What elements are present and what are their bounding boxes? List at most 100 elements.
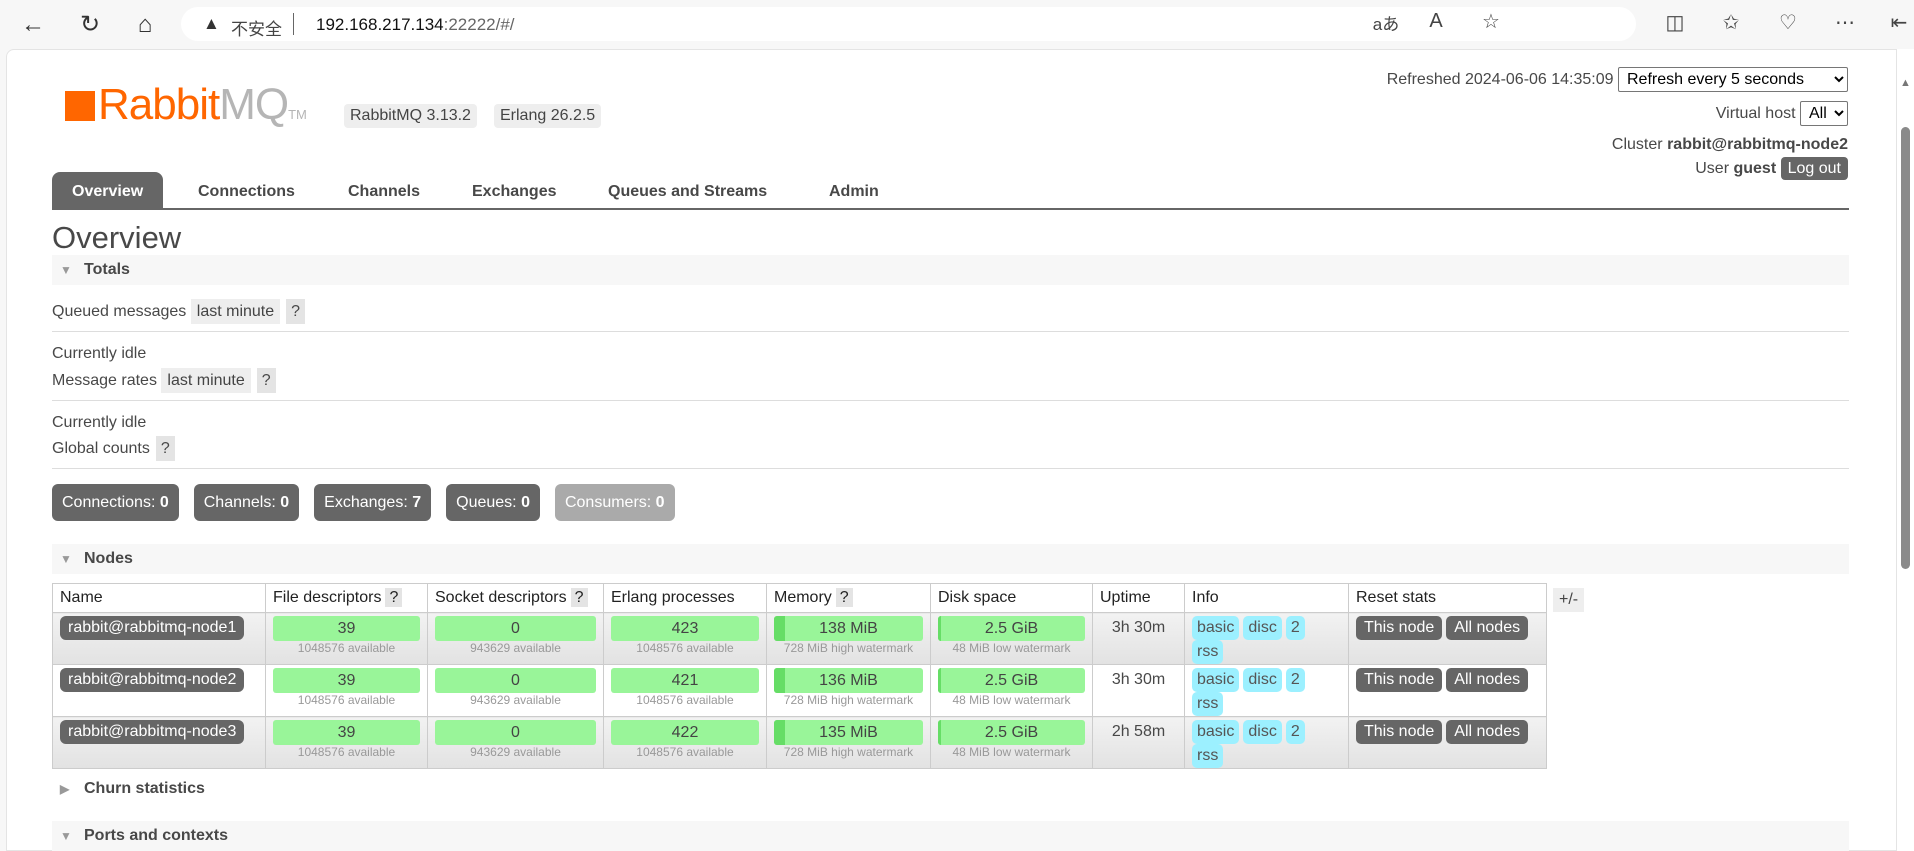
count-value: 7	[412, 494, 422, 511]
vhost-label: Virtual host	[1715, 105, 1796, 122]
column-toggle-button[interactable]: +/-	[1553, 588, 1585, 612]
count-value: 0	[521, 494, 530, 511]
col-disk-space: Disk space	[930, 583, 1093, 613]
fd-subtext: 1048576 available	[297, 693, 396, 707]
sd-bar: 0	[435, 668, 596, 693]
bar-fill	[938, 668, 941, 693]
reset-all-nodes-button[interactable]: All nodes	[1446, 720, 1529, 744]
queues-count-button[interactable]: Queues: 0	[446, 484, 540, 521]
insecure-label: 不安全	[231, 20, 282, 39]
node-name-link[interactable]: rabbit@rabbitmq-node2	[60, 668, 245, 692]
tab-connections[interactable]: Connections	[198, 172, 295, 210]
split-screen-icon[interactable]: ◫	[1660, 10, 1690, 35]
logo-mark-icon	[65, 91, 95, 121]
ep-subtext: 1048576 available	[636, 641, 734, 655]
vhost-select[interactable]: All	[1800, 101, 1848, 126]
info-tag-basic: basic	[1192, 616, 1240, 640]
refresh-select[interactable]: Refresh every 5 seconds	[1618, 67, 1848, 92]
disk-cell: 2.5 GiB 48 MiB low watermark	[930, 612, 1093, 665]
reset-all-nodes-button[interactable]: All nodes	[1446, 616, 1529, 640]
browser-health-icon[interactable]: ♡	[1773, 10, 1803, 35]
favorite-star-icon[interactable]: ☆	[1476, 9, 1506, 34]
vhost-area: Virtual host All	[1716, 101, 1848, 126]
ep-value: 423	[671, 620, 699, 637]
help-button[interactable]: ?	[155, 436, 175, 461]
col-label: Socket descriptors	[435, 589, 567, 606]
back-icon[interactable]: ←	[18, 10, 48, 40]
tab-exchanges[interactable]: Exchanges	[472, 172, 556, 210]
mem-value: 138 MiB	[819, 620, 878, 637]
read-aloud-icon[interactable]: A	[1421, 10, 1451, 33]
reset-all-nodes-button[interactable]: All nodes	[1446, 668, 1529, 692]
disk-subtext: 48 MiB low watermark	[952, 693, 1071, 707]
exchanges-count-button[interactable]: Exchanges: 7	[314, 484, 432, 521]
churn-section-toggle[interactable]: ▶ Churn statistics	[52, 774, 1849, 804]
col-name: Name	[52, 583, 266, 613]
scrollbar[interactable]: ▲	[1897, 49, 1914, 851]
mem-subtext: 728 MiB high watermark	[783, 641, 914, 655]
scroll-thumb[interactable]	[1901, 127, 1910, 569]
col-label: Memory	[774, 589, 832, 606]
sd-subtext: 943629 available	[470, 641, 561, 655]
nodes-table: Name File descriptors? Socket descriptor…	[52, 583, 1547, 769]
favorites-icon[interactable]: ✩	[1716, 10, 1746, 35]
table-row: rabbit@rabbitmq-node1 39 1048576 availabl…	[52, 612, 1547, 665]
reset-this-node-button[interactable]: This node	[1356, 616, 1443, 640]
sd-cell: 0 943629 available	[427, 716, 604, 769]
ep-bar: 422	[611, 720, 759, 745]
rabbitmq-logo[interactable]: RabbitMQTM	[65, 80, 307, 130]
warning-icon: ▲	[203, 14, 220, 33]
more-icon[interactable]: ⋯	[1830, 10, 1860, 35]
fd-subtext: 1048576 available	[297, 641, 396, 655]
sd-cell: 0 943629 available	[427, 664, 604, 717]
fd-value: 39	[337, 620, 356, 637]
reload-icon[interactable]: ↻	[75, 10, 105, 40]
sd-bar: 0	[435, 616, 596, 641]
browser-toolbar: ← ↻ ⌂ ▲ 不安全 192.168.217.134:22222/#/ aあ …	[0, 0, 1914, 49]
ports-section-toggle[interactable]: ▼ Ports and contexts	[52, 821, 1849, 851]
table-row: rabbit@rabbitmq-node3 39 1048576 availabl…	[52, 716, 1547, 769]
rates-range-button[interactable]: last minute	[161, 368, 251, 393]
help-button[interactable]: ?	[835, 588, 853, 607]
mem-value: 136 MiB	[819, 672, 878, 689]
queued-range-button[interactable]: last minute	[190, 299, 281, 324]
name-cell: rabbit@rabbitmq-node2	[52, 664, 266, 717]
help-button[interactable]: ?	[385, 588, 403, 607]
reset-cell: This node All nodes	[1348, 612, 1547, 665]
help-button[interactable]: ?	[256, 368, 276, 393]
fd-subtext: 1048576 available	[297, 745, 396, 759]
fd-cell: 39 1048576 available	[265, 612, 428, 665]
reset-this-node-button[interactable]: This node	[1356, 668, 1443, 692]
channels-count-button[interactable]: Channels: 0	[193, 484, 300, 521]
col-reset-stats: Reset stats	[1348, 583, 1547, 613]
scroll-up-icon[interactable]: ▲	[1900, 77, 1911, 89]
expand-triangle-icon: ▶	[60, 782, 70, 796]
disk-subtext: 48 MiB low watermark	[952, 745, 1071, 759]
translate-icon[interactable]: aあ	[1371, 10, 1401, 35]
logo-tm: TM	[288, 107, 307, 122]
reset-this-node-button[interactable]: This node	[1356, 720, 1443, 744]
totals-section-toggle[interactable]: ▼ Totals	[52, 255, 1849, 285]
address-bar[interactable]: ▲ 不安全 192.168.217.134:22222/#/ aあ A ☆	[181, 7, 1636, 41]
reset-cell: This node All nodes	[1348, 664, 1547, 717]
tab-admin[interactable]: Admin	[829, 172, 879, 210]
help-button[interactable]: ?	[570, 588, 588, 607]
uptime-cell: 2h 58m	[1092, 716, 1185, 769]
memory-cell: 138 MiB 728 MiB high watermark	[766, 612, 931, 665]
bar-fill	[938, 616, 941, 641]
memory-cell: 135 MiB 728 MiB high watermark	[766, 716, 931, 769]
connections-count-button[interactable]: Connections: 0	[52, 484, 179, 521]
mem-subtext: 728 MiB high watermark	[783, 745, 914, 759]
erlang-version: Erlang 26.2.5	[494, 104, 602, 128]
sidebar-icon[interactable]: ⇤	[1884, 10, 1914, 35]
tab-channels[interactable]: Channels	[348, 172, 420, 210]
info-tag-2: 2	[1285, 616, 1305, 640]
bar-fill	[774, 720, 785, 745]
node-name-link[interactable]: rabbit@rabbitmq-node3	[60, 720, 245, 744]
help-button[interactable]: ?	[286, 299, 306, 324]
tab-overview[interactable]: Overview	[52, 172, 164, 210]
home-icon[interactable]: ⌂	[130, 10, 160, 40]
tab-queues-and-streams[interactable]: Queues and Streams	[608, 172, 767, 210]
nodes-section-toggle[interactable]: ▼ Nodes	[52, 544, 1849, 574]
node-name-link[interactable]: rabbit@rabbitmq-node1	[60, 616, 245, 640]
